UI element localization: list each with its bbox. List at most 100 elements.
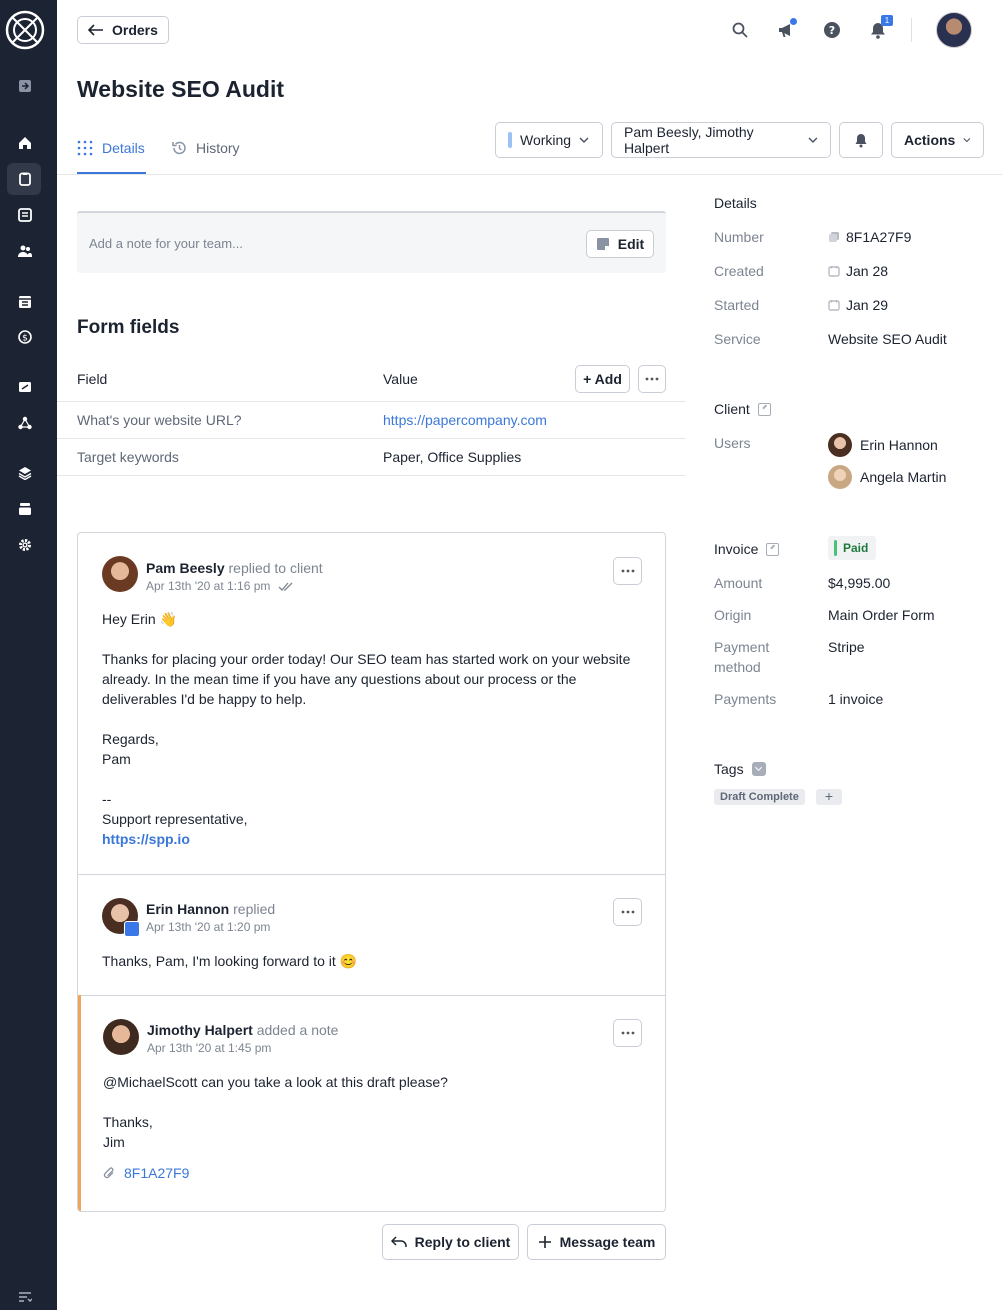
settings-gear-icon[interactable] — [18, 538, 32, 552]
detail-label: Payments — [714, 691, 777, 707]
client-user-name: Erin Hannon — [860, 437, 938, 453]
message-action: added a note — [256, 1022, 339, 1038]
calendar-icon — [828, 266, 840, 277]
message-author[interactable]: Erin Hannon — [146, 901, 229, 917]
avatar — [102, 556, 138, 592]
message-thread: Pam Beesly replied to client Apr 13th '2… — [77, 532, 666, 1212]
team-note-placeholder: Add a note for your team... — [89, 236, 243, 251]
form-fields-more-button[interactable] — [638, 365, 666, 393]
invoice-origin: Main Order Form — [828, 607, 935, 623]
chevron-down-icon — [963, 138, 971, 143]
tab-details[interactable]: Details — [77, 140, 145, 156]
detail-label: Created — [714, 263, 764, 279]
tags-heading[interactable]: Tags — [714, 761, 766, 777]
message-time: Apr 13th '20 at 1:45 pm — [147, 1041, 272, 1055]
services-icon[interactable] — [18, 295, 32, 309]
integrations-icon[interactable] — [18, 416, 32, 430]
assignees-dropdown[interactable]: Pam Beesly, Jimothy Halpert — [611, 122, 831, 158]
search-icon[interactable] — [731, 21, 749, 39]
add-field-button[interactable]: + Add — [575, 365, 630, 393]
team-note-box[interactable]: Add a note for your team... Edit — [77, 211, 666, 273]
message-author[interactable]: Pam Beesly — [146, 560, 225, 576]
layers-icon[interactable] — [18, 466, 32, 480]
detail-label: Amount — [714, 575, 763, 591]
attachment-link[interactable]: 8F1A27F9 — [124, 1165, 189, 1181]
form-field-value: Paper, Office Supplies — [383, 449, 522, 465]
invoices-icon[interactable]: $ — [18, 330, 32, 344]
assignees-value: Pam Beesly, Jimothy Halpert — [624, 124, 754, 156]
message-team-label: Message team — [559, 1234, 656, 1250]
invoice-heading[interactable]: Invoice — [714, 541, 780, 557]
notification-count-badge: 1 — [881, 15, 893, 26]
message-link[interactable]: https://spp.io — [102, 829, 642, 849]
status-dropdown[interactable]: Working — [495, 122, 603, 158]
home-icon[interactable] — [18, 136, 32, 150]
created-date: Jan 28 — [828, 263, 888, 279]
tags-heading-label: Tags — [714, 761, 744, 777]
form-fields-title: Form fields — [77, 317, 180, 338]
sticky-note-icon — [596, 238, 609, 250]
clients-icon[interactable] — [18, 244, 32, 258]
follow-notifications-button[interactable] — [839, 122, 883, 158]
chevron-down-icon — [579, 137, 589, 143]
message-more-button[interactable] — [613, 1019, 642, 1047]
client-heading[interactable]: Client — [714, 401, 771, 417]
avatar — [828, 465, 852, 489]
actions-dropdown[interactable]: Actions — [891, 122, 984, 158]
tab-details-label: Details — [102, 140, 145, 156]
sidebar: $ — [0, 0, 57, 1310]
payments-value[interactable]: 1 invoice — [828, 691, 883, 707]
order-number[interactable]: 8F1A27F9 — [828, 229, 911, 245]
message-item: Erin Hannon replied Apr 13th '20 at 1:20… — [78, 875, 665, 995]
reply-to-client-button[interactable]: Reply to client — [382, 1224, 519, 1260]
app-logo[interactable] — [5, 10, 45, 50]
detail-label: Users — [714, 435, 751, 451]
edit-note-button[interactable]: Edit — [586, 230, 654, 258]
col-field-header: Field — [77, 371, 108, 387]
back-to-orders-button[interactable]: Orders — [77, 16, 169, 44]
avatar — [103, 1019, 139, 1055]
message-item: Jimothy Halpert added a note Apr 13th '2… — [78, 996, 665, 1211]
svg-text:?: ? — [829, 24, 835, 37]
client-user-badge-icon — [124, 921, 140, 937]
tab-history[interactable]: History — [171, 140, 240, 156]
message-line: @MichaelScott can you take a look at thi… — [103, 1074, 448, 1090]
message-item: Pam Beesly replied to client Apr 13th '2… — [78, 533, 665, 874]
invoice-heading-label: Invoice — [714, 541, 759, 557]
message-line — [102, 709, 642, 729]
client-user[interactable]: Erin Hannon — [828, 433, 938, 457]
message-time: Apr 13th '20 at 1:16 pm — [146, 579, 271, 593]
help-icon[interactable]: ? — [823, 21, 841, 39]
orders-icon[interactable] — [18, 172, 32, 186]
message-more-button[interactable] — [613, 898, 642, 926]
chevron-down-icon — [751, 762, 766, 776]
add-tag-button[interactable]: + — [816, 789, 842, 805]
read-check-icon — [278, 582, 293, 591]
message-author[interactable]: Jimothy Halpert — [147, 1022, 253, 1038]
back-label: Orders — [112, 22, 158, 38]
message-body: Thanks, Pam, I'm looking forward to it 😊 — [102, 951, 642, 971]
collapse-sidebar-icon[interactable] — [18, 79, 32, 93]
message-line: Thanks, Pam, I'm looking forward to it 😊 — [102, 953, 358, 969]
message-more-button[interactable] — [613, 557, 642, 585]
archive-icon[interactable] — [18, 502, 32, 516]
reply-to-client-label: Reply to client — [414, 1234, 511, 1250]
invoice-amount: $4,995.00 — [828, 575, 891, 591]
order-number-value: 8F1A27F9 — [846, 229, 912, 245]
detail-label: method — [714, 659, 761, 675]
user-avatar[interactable] — [936, 12, 972, 48]
changelog-icon[interactable] — [18, 1291, 32, 1303]
tag-chip[interactable]: Draft Complete — [714, 789, 805, 805]
client-user[interactable]: Angela Martin — [828, 465, 946, 489]
more-dots-icon — [621, 569, 634, 573]
grid-icon — [77, 140, 93, 156]
client-user-name: Angela Martin — [860, 469, 947, 485]
message-line: Pam — [102, 751, 131, 767]
form-field-value-link[interactable]: https://papercompany.com — [383, 412, 547, 428]
service-value[interactable]: Website SEO Audit — [828, 331, 947, 347]
attachment[interactable]: 8F1A27F9 — [103, 1165, 189, 1181]
coupons-icon[interactable] — [18, 380, 32, 394]
message-team-button[interactable]: Message team — [527, 1224, 666, 1260]
messages-icon[interactable] — [18, 208, 32, 222]
detail-label: Origin — [714, 607, 752, 623]
